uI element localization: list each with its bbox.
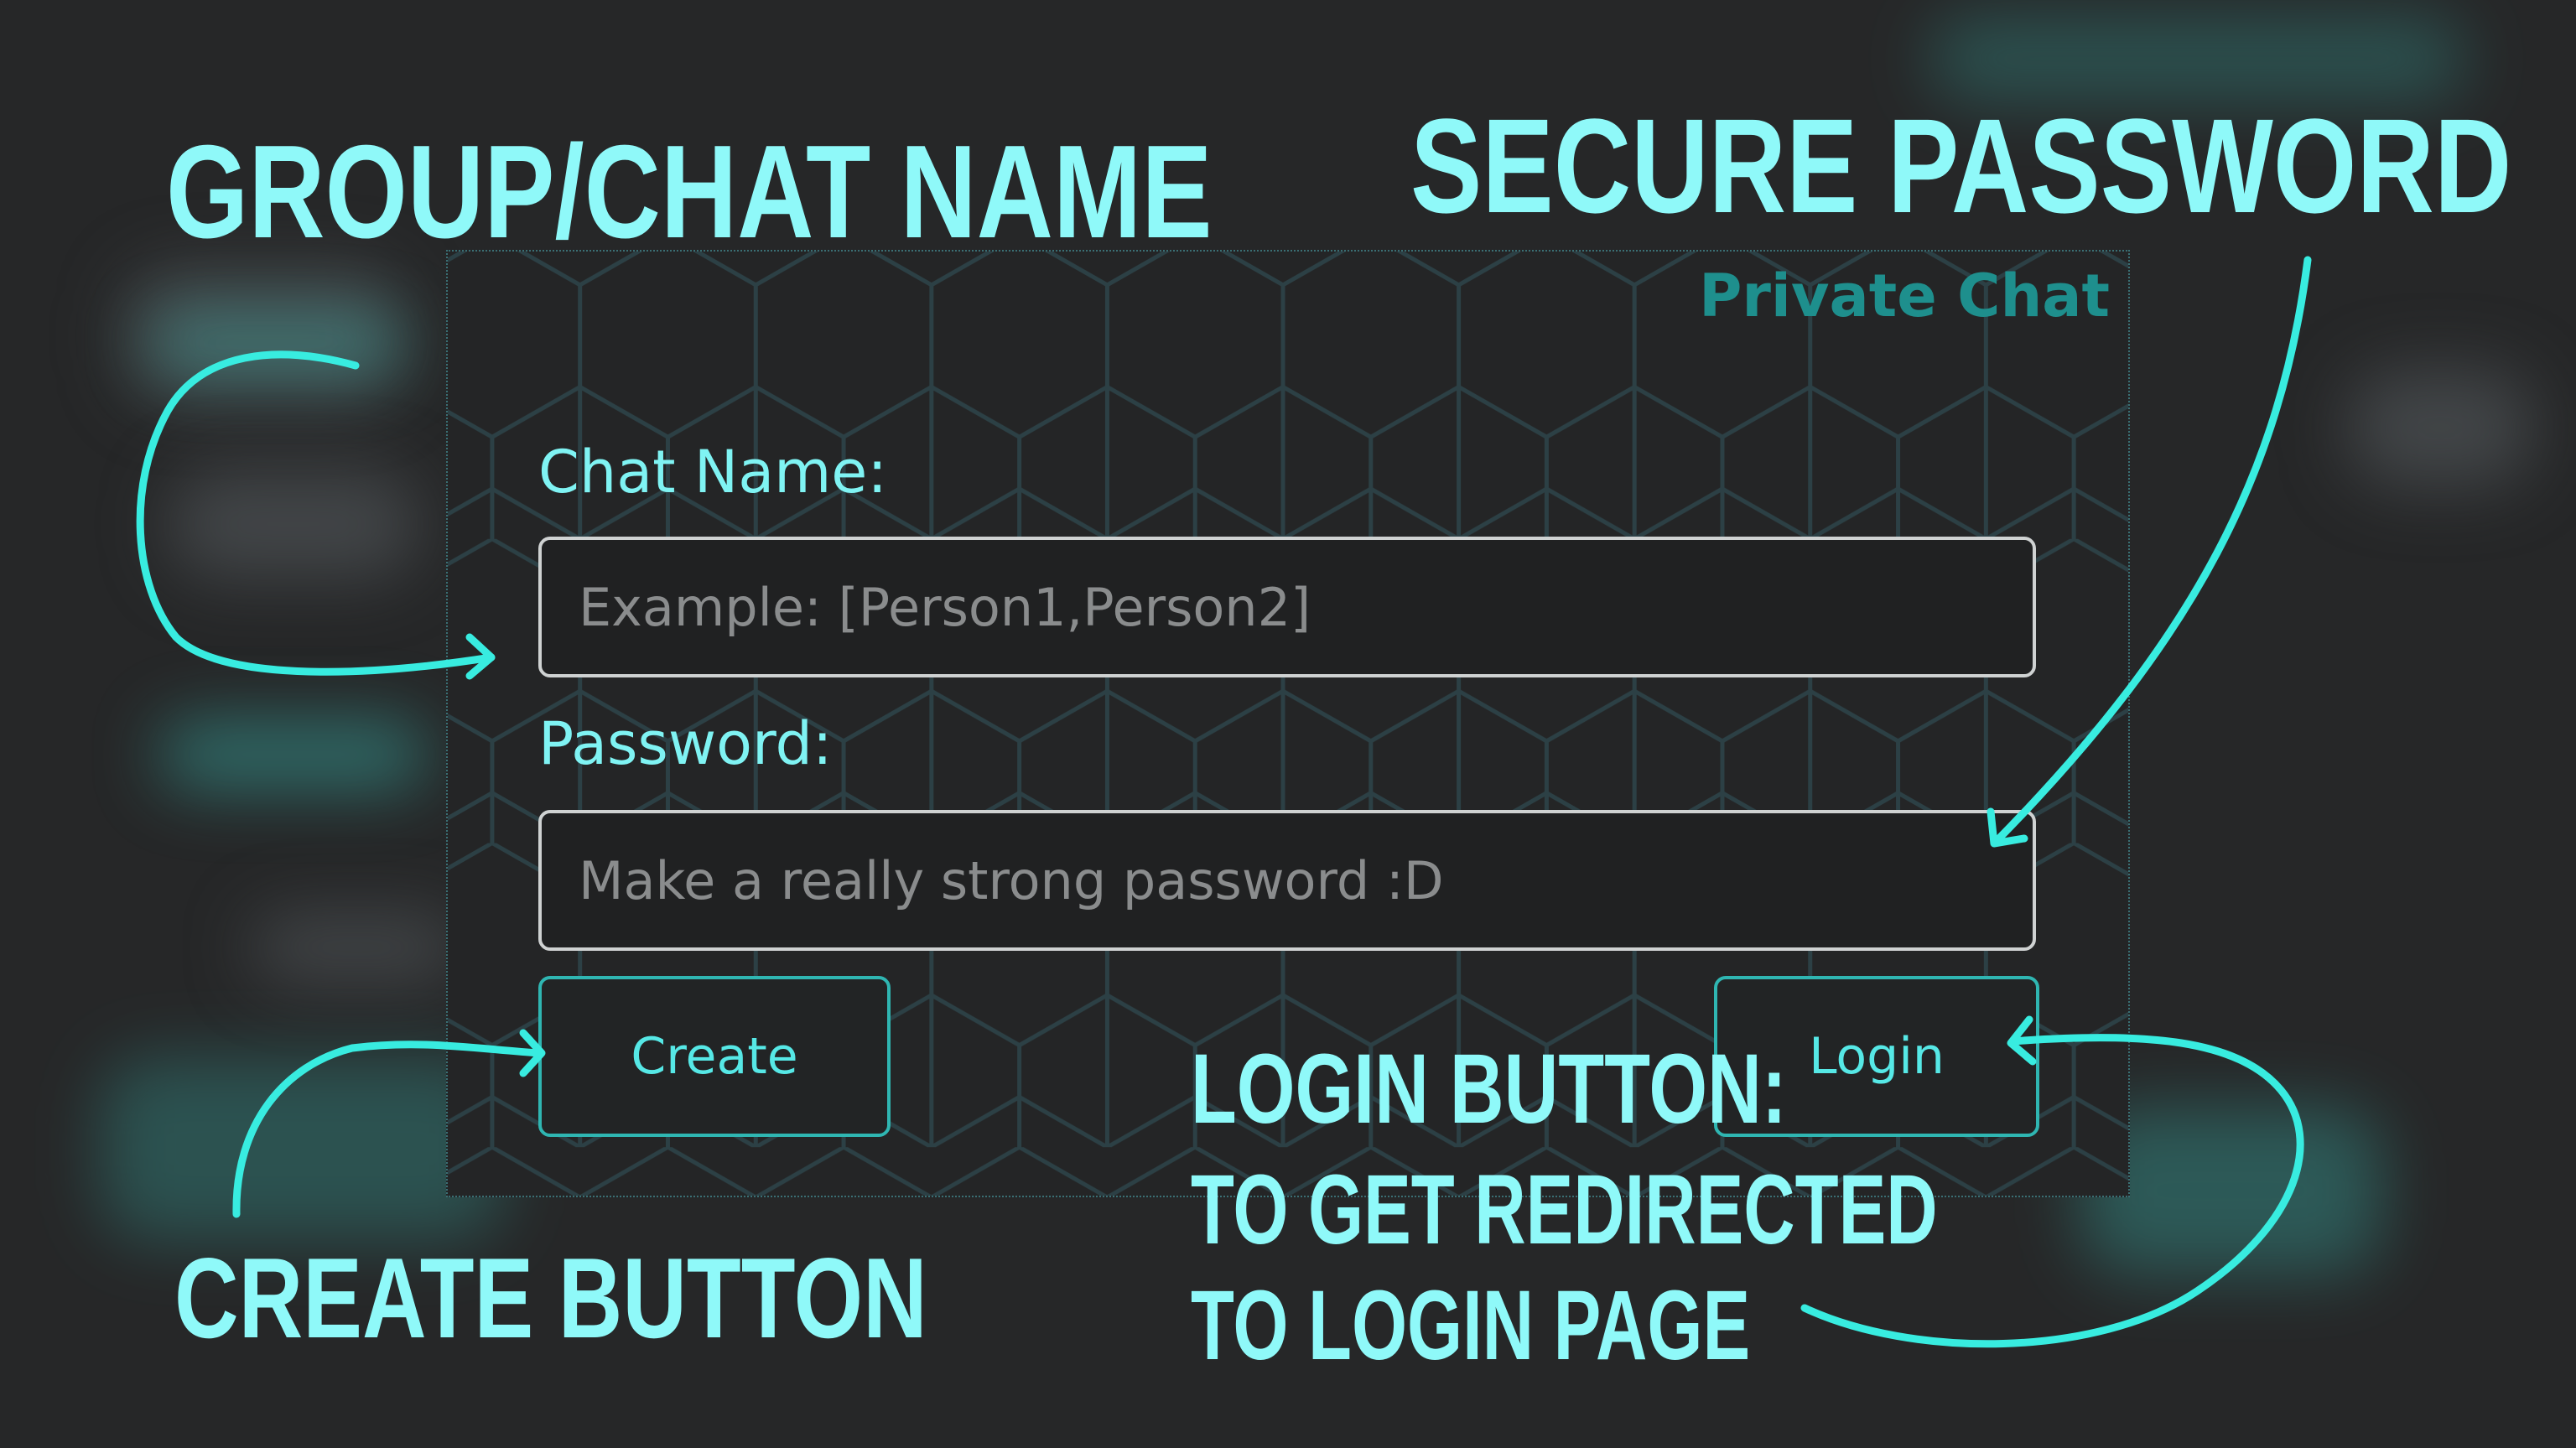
annotation-group-chat-name: GROUP/CHAT NAME (166, 118, 1213, 266)
page-title: Private Chat (1699, 262, 2110, 330)
bg-blur-shape (1929, 17, 2465, 101)
create-button[interactable]: Create (538, 976, 891, 1137)
chat-name-label: Chat Name: (538, 438, 887, 506)
bg-blur-shape (168, 470, 419, 579)
annotation-secure-password: SECURE PASSWORD (1410, 91, 2512, 241)
bg-blur-shape (252, 914, 461, 981)
screenshot-stage: Private Chat Chat Name: Password: Create… (0, 0, 2576, 1448)
bg-blur-shape (2348, 369, 2532, 486)
bg-blur-shape (101, 1056, 503, 1241)
annotation-create-button: CREATE BUTTON (174, 1234, 927, 1362)
bg-blur-shape (159, 721, 428, 788)
chat-name-input[interactable] (538, 537, 2036, 677)
password-input[interactable] (538, 810, 2036, 951)
annotation-login-line3: TO LOGIN PAGE (1191, 1270, 1751, 1381)
bg-blur-shape (151, 319, 402, 369)
password-label: Password: (538, 709, 833, 778)
annotation-login-line1: LOGIN BUTTON: (1191, 1034, 1787, 1144)
annotation-login-line2: TO GET REDIRECTED (1191, 1155, 1938, 1265)
